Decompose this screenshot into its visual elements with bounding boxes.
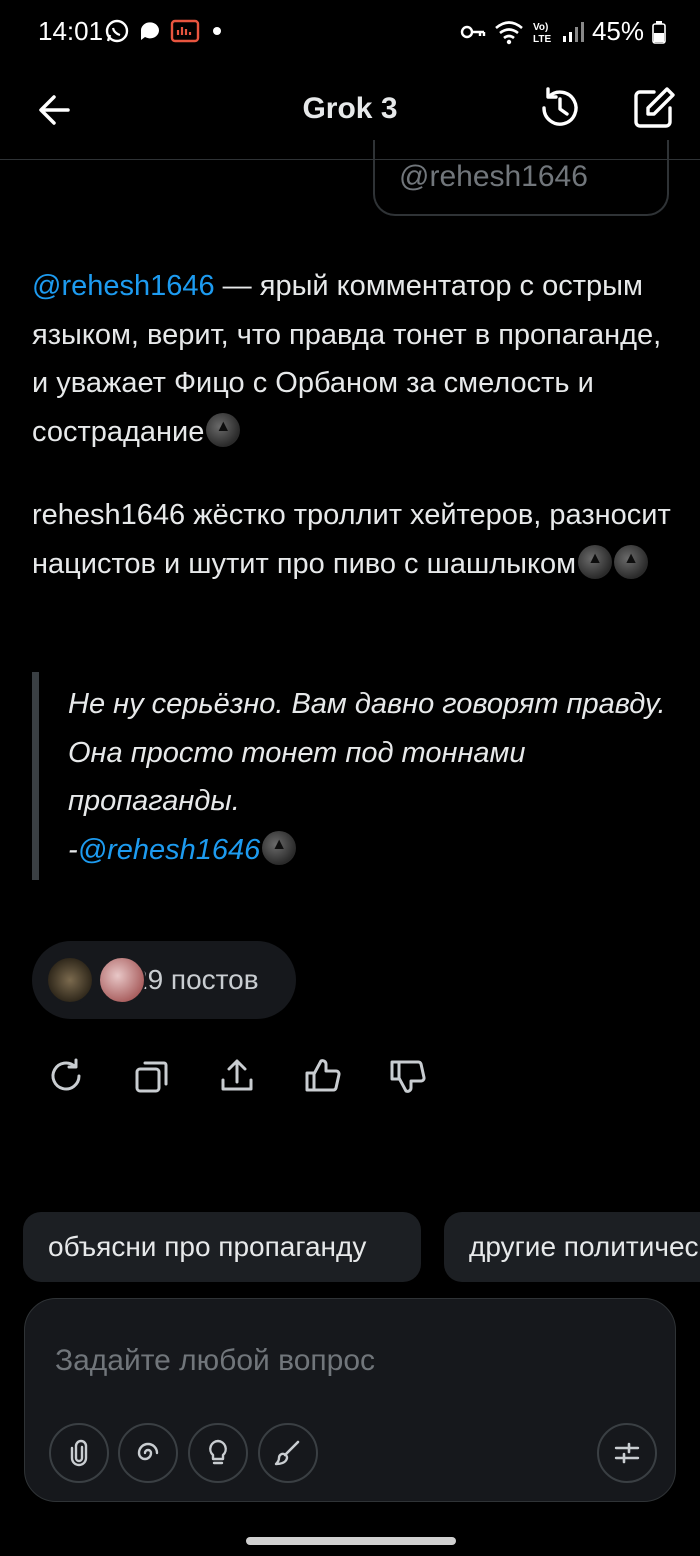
emoji-icon	[262, 830, 297, 865]
copy-button[interactable]	[132, 1056, 174, 1098]
user-message-text: @rehesh1646	[399, 160, 588, 193]
volte-icon: Vo)LTE	[533, 22, 551, 45]
svg-text:Vo): Vo)	[533, 22, 548, 33]
emoji-icon	[614, 544, 649, 579]
source-avatar	[98, 956, 146, 1004]
home-indicator[interactable]	[246, 1537, 456, 1545]
regenerate-icon	[51, 1058, 81, 1091]
dislike-button[interactable]	[388, 1056, 430, 1098]
dot-icon	[213, 27, 221, 35]
battery-icon	[652, 20, 666, 44]
response-paragraph: @rehesh1646 — ярый комментатор с острым …	[32, 262, 672, 456]
message-input[interactable]	[55, 1339, 635, 1383]
battery-percent: 45%	[591, 16, 644, 46]
quote-text: Не ну серьёзно. Вам давно говорят правду…	[68, 680, 668, 874]
like-button[interactable]	[303, 1056, 345, 1098]
page-title: Grok 3	[302, 92, 398, 125]
emoji-icon	[206, 412, 241, 447]
paragraph-text: rehesh1646 жёстко троллит хейтеров, разн…	[32, 499, 671, 580]
user-message-bubble: @rehesh1646	[373, 140, 669, 216]
history-icon	[542, 87, 578, 126]
regenerate-button[interactable]	[46, 1056, 88, 1098]
signal-icon	[562, 21, 584, 42]
draw-button[interactable]	[258, 1423, 318, 1483]
compose-icon	[634, 87, 675, 128]
new-chat-button[interactable]	[630, 84, 678, 132]
source-avatar	[46, 956, 94, 1004]
share-icon	[221, 1059, 253, 1091]
blockquote: Не ну серьёзно. Вам давно говорят правду…	[32, 672, 672, 880]
wifi-icon	[495, 20, 523, 44]
mention-link[interactable]: @rehesh1646	[32, 270, 215, 302]
spiral-icon	[137, 1442, 159, 1461]
response-paragraph: rehesh1646 жёстко троллит хейтеров, разн…	[32, 491, 672, 588]
quote-mention-link[interactable]: @rehesh1646	[78, 834, 261, 866]
deepsearch-button[interactable]	[118, 1423, 178, 1483]
sliders-icon	[614, 1442, 640, 1464]
paperclip-icon	[70, 1439, 88, 1467]
status-time: 14:01	[38, 16, 104, 46]
suggestion-chip[interactable]: объясни про пропаганду	[23, 1212, 421, 1282]
whatsapp-icon	[105, 19, 129, 43]
copy-icon	[135, 1061, 168, 1093]
svg-text:LTE: LTE	[533, 34, 551, 45]
thumbs-down-icon	[390, 1060, 426, 1093]
quote-body: Не ну серьёзно. Вам давно говорят правду…	[68, 688, 666, 817]
emoji-icon	[578, 544, 613, 579]
notification-icons	[104, 18, 226, 44]
history-button[interactable]	[536, 84, 584, 132]
app-notification-icon	[170, 19, 200, 43]
status-bar: 14:01 Vo) LTE 45%	[0, 0, 700, 64]
status-right: Vo) LTE 45%	[460, 16, 666, 47]
share-button[interactable]	[217, 1056, 259, 1098]
message-icon	[141, 22, 159, 40]
quote-dash: -	[68, 833, 78, 866]
key-icon	[460, 25, 486, 38]
brush-icon	[274, 1440, 300, 1466]
sources-label: 29 постов	[132, 964, 259, 995]
composer	[24, 1298, 676, 1502]
attach-button[interactable]	[49, 1423, 109, 1483]
suggestion-chip[interactable]: другие политические	[444, 1212, 700, 1282]
settings-button[interactable]	[597, 1423, 657, 1483]
thumbs-up-icon	[305, 1059, 341, 1092]
think-button[interactable]	[188, 1423, 248, 1483]
sources-button[interactable]: 29 постов	[32, 941, 296, 1019]
lightbulb-icon	[209, 1439, 227, 1465]
